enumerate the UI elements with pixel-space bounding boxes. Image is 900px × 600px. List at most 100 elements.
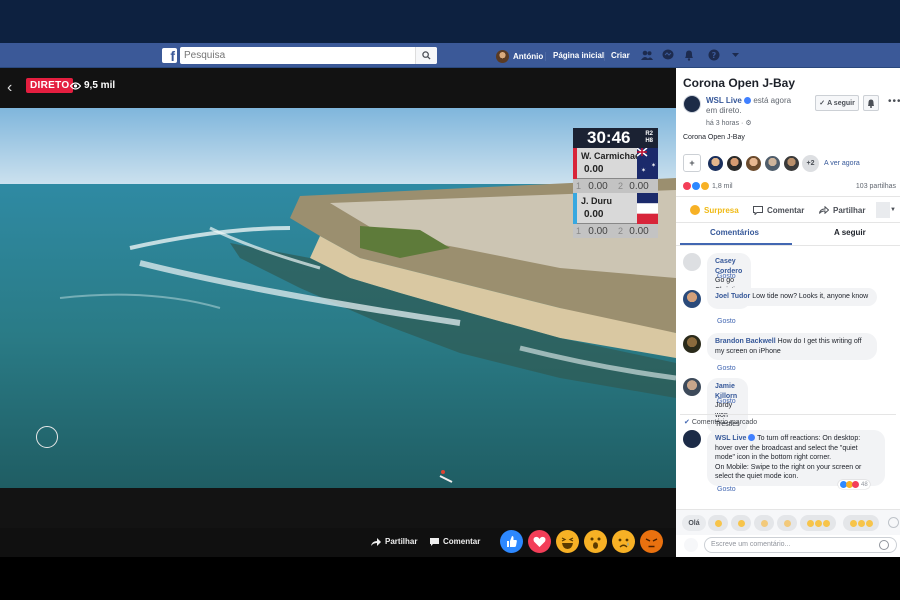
pinned-reactions[interactable]: 48 bbox=[838, 480, 870, 489]
tab-comments[interactable]: Comentários bbox=[710, 228, 759, 237]
comment-like-link[interactable]: Gosto bbox=[717, 318, 736, 325]
emoji-icon bbox=[737, 519, 745, 527]
round-label: R2 bbox=[645, 131, 653, 137]
avatar[interactable] bbox=[683, 335, 701, 353]
wow-reaction-icon[interactable] bbox=[584, 530, 607, 553]
comment-like-link[interactable]: Gosto bbox=[717, 486, 736, 493]
following-button[interactable]: ✓ A seguir bbox=[815, 95, 859, 111]
viewer-count-text: 9,5 mil bbox=[84, 80, 116, 91]
share-button[interactable]: Partilhar bbox=[819, 206, 865, 215]
create-link[interactable]: Criar bbox=[611, 51, 630, 60]
commenter-name[interactable]: Brandon Backwell bbox=[715, 338, 776, 345]
notifications-bell-icon[interactable] bbox=[683, 49, 695, 61]
avatar[interactable] bbox=[683, 378, 701, 396]
friend-avatar[interactable] bbox=[783, 154, 800, 172]
tab-following[interactable]: A seguir bbox=[834, 228, 866, 237]
back-chevron-icon[interactable]: ‹ bbox=[7, 79, 12, 97]
emoji-picker-icon[interactable] bbox=[879, 540, 889, 550]
love-reaction-icon[interactable] bbox=[528, 530, 551, 553]
comment-bubble-icon bbox=[753, 205, 763, 215]
watching-now-label[interactable]: A ver agora bbox=[824, 160, 860, 167]
wave-number: 1 bbox=[576, 226, 582, 236]
search-box[interactable] bbox=[180, 47, 437, 64]
notification-settings-button[interactable] bbox=[863, 95, 879, 111]
comment-text: Low tide now? Looks it, anyone know bbox=[752, 293, 869, 300]
like-mini-icon bbox=[692, 182, 700, 190]
reaction-button[interactable]: Surpresa bbox=[690, 205, 739, 215]
share-target-selector[interactable] bbox=[876, 202, 890, 218]
share-action-label: Partilhar bbox=[833, 205, 866, 215]
comment-label: Comentar bbox=[443, 537, 481, 546]
profile-link[interactable]: António bbox=[496, 49, 543, 63]
shares-count[interactable]: 103 partilhas bbox=[856, 183, 896, 190]
avatar[interactable] bbox=[683, 290, 701, 308]
page-avatar[interactable] bbox=[683, 430, 701, 448]
svg-text:✶: ✶ bbox=[641, 167, 646, 174]
like-reaction-icon[interactable] bbox=[500, 530, 523, 553]
surfer-row-2: J. Duru 0.00 bbox=[573, 193, 658, 224]
search-button[interactable] bbox=[415, 47, 437, 64]
chevron-right-icon[interactable] bbox=[888, 517, 899, 528]
comment-like-link[interactable]: Gosto bbox=[717, 398, 736, 405]
comment-bubble-icon bbox=[430, 537, 439, 546]
comment-button[interactable]: Comentar bbox=[753, 205, 805, 215]
emoji-icon bbox=[806, 519, 814, 527]
default-avatar-icon[interactable] bbox=[683, 253, 701, 271]
clap-icon bbox=[760, 519, 768, 527]
facebook-top-bar: f António Página inicial Criar ? bbox=[0, 43, 900, 68]
video-comment-button[interactable]: Comentar bbox=[430, 537, 480, 546]
haha-reaction-icon[interactable] bbox=[556, 530, 579, 553]
quick-reply-emoji[interactable] bbox=[754, 515, 774, 531]
more-watchers-count[interactable]: +2 bbox=[802, 154, 819, 172]
wave-score: 0.00 bbox=[629, 180, 649, 192]
account-menu-chevron-icon[interactable] bbox=[731, 51, 740, 59]
quick-reply-emoji[interactable] bbox=[708, 515, 728, 531]
love-mini-icon bbox=[852, 481, 859, 488]
heat-label: H8 bbox=[645, 138, 653, 144]
sad-reaction-icon[interactable] bbox=[612, 530, 635, 553]
wave-score: 0.00 bbox=[588, 180, 608, 192]
post-time: há 3 horas · ⚙ bbox=[706, 119, 752, 127]
facebook-logo-icon[interactable]: f bbox=[162, 48, 177, 64]
quick-reply-emoji[interactable] bbox=[731, 515, 751, 531]
gear-icon[interactable]: ⚙ bbox=[745, 120, 751, 127]
comment-action-label: Comentar bbox=[767, 205, 805, 215]
more-options-icon[interactable]: ••• bbox=[888, 96, 900, 107]
viewer-count: 9,5 mil bbox=[70, 80, 115, 91]
search-input[interactable] bbox=[180, 47, 410, 64]
friend-avatar[interactable] bbox=[745, 154, 762, 172]
page-avatar[interactable] bbox=[683, 95, 701, 113]
reactions-count[interactable]: 1,8 mil bbox=[712, 183, 733, 190]
friend-avatar[interactable] bbox=[707, 154, 724, 172]
comment-like-link[interactable]: Gosto bbox=[717, 365, 736, 372]
quick-reply-hello[interactable]: Olá bbox=[682, 515, 706, 531]
quick-reply-emoji[interactable] bbox=[843, 515, 879, 531]
help-icon[interactable]: ? bbox=[708, 49, 720, 61]
following-label: A seguir bbox=[827, 99, 855, 107]
quick-reply-emoji[interactable] bbox=[777, 515, 797, 531]
pinned-label-text: Comentário marcado bbox=[691, 419, 758, 426]
pin-icon: ✔ bbox=[684, 419, 690, 426]
friend-avatar[interactable] bbox=[764, 154, 781, 172]
emoji-icon bbox=[714, 519, 722, 527]
add-friend-icon[interactable]: + bbox=[683, 154, 701, 172]
video-share-button[interactable]: Partilhar bbox=[371, 537, 417, 546]
surfer-total: 0.00 bbox=[584, 209, 604, 220]
commenter-name[interactable]: WSL Live bbox=[715, 435, 746, 442]
divider bbox=[676, 196, 900, 197]
messenger-icon[interactable] bbox=[662, 49, 674, 61]
live-badge: DIRETO bbox=[26, 78, 74, 93]
friend-requests-icon[interactable] bbox=[641, 49, 653, 61]
commenter-name[interactable]: Joel Tudor bbox=[715, 293, 750, 300]
quick-reply-emoji[interactable] bbox=[800, 515, 836, 531]
svg-text:✶: ✶ bbox=[651, 162, 656, 169]
home-link[interactable]: Página inicial bbox=[553, 51, 604, 60]
friend-avatar[interactable] bbox=[726, 154, 743, 172]
angry-reaction-icon[interactable] bbox=[640, 530, 663, 553]
chevron-down-icon[interactable]: ▼ bbox=[890, 207, 896, 213]
page-name-link[interactable]: WSL Live bbox=[706, 96, 742, 105]
pinned-comment-label: ✔ Comentário marcado bbox=[684, 418, 757, 426]
comment-input[interactable]: Escreve um comentário... bbox=[704, 537, 897, 553]
australia-flag-icon: ✶✶ bbox=[637, 148, 658, 179]
comment-like-link[interactable]: Gosto bbox=[717, 273, 736, 280]
